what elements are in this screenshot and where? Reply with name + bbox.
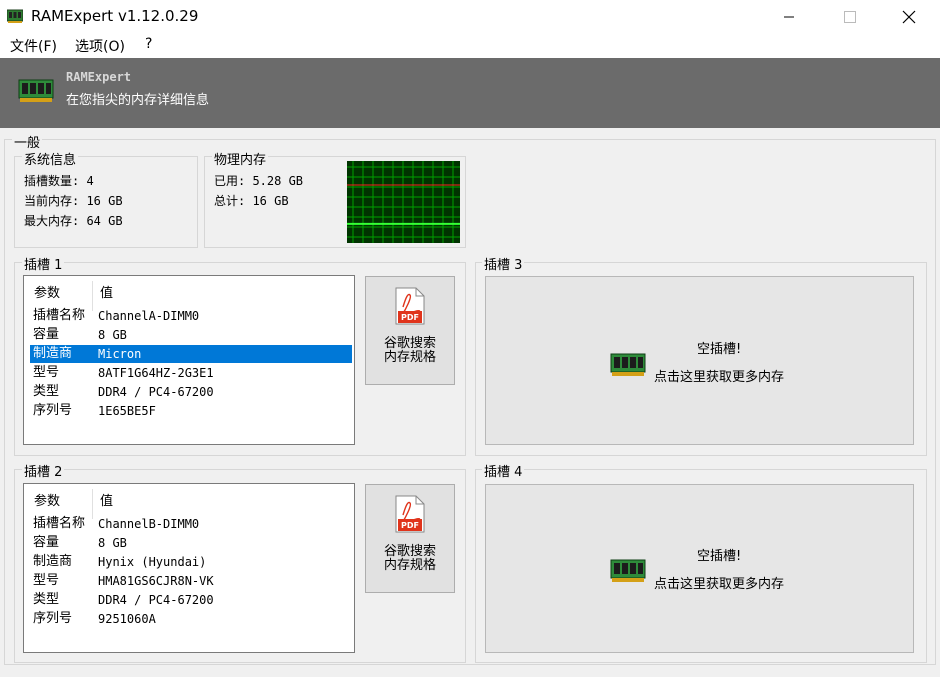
- table-row[interactable]: 类型 DDR4 / PC4-67200: [30, 383, 350, 401]
- ram-module-icon: [7, 9, 23, 23]
- close-icon: [902, 10, 916, 24]
- row-key: 插槽名称: [33, 308, 86, 323]
- table-row[interactable]: 型号 8ATF1G64HZ-2G3E1: [30, 364, 350, 382]
- maximize-icon: [844, 11, 856, 23]
- memory-used-text: 已用: 5.28 GB: [214, 174, 304, 188]
- table-row[interactable]: 序列号 9251060A: [30, 610, 350, 628]
- table-row[interactable]: 制造商 Hynix (Hyundai): [30, 553, 350, 571]
- table-row-selected[interactable]: 制造商 Micron: [30, 345, 352, 363]
- google-search-specs-button[interactable]: PDF 谷歌搜索 内存规格: [365, 484, 455, 593]
- max-memory-text: 最大内存: 64 GB: [24, 214, 123, 228]
- window-title: RAMExpert v1.12.0.29: [31, 7, 199, 25]
- slot-2-legend: 插槽 2: [22, 461, 65, 480]
- slot-3-legend: 插槽 3: [482, 254, 525, 273]
- row-key: 类型: [33, 384, 60, 399]
- header-param: 参数: [34, 494, 61, 509]
- google-search-specs-button[interactable]: PDF 谷歌搜索 内存规格: [365, 276, 455, 385]
- system-info-legend: 系统信息: [22, 149, 79, 168]
- menu-bar: [0, 34, 940, 58]
- table-row[interactable]: 插槽名称 ChannelA-DIMM0: [30, 307, 350, 325]
- row-value: 8ATF1G64HZ-2G3E1: [98, 366, 214, 380]
- row-value: 1E65BE5F: [98, 404, 156, 418]
- row-key: 容量: [33, 535, 60, 550]
- empty-slot-title: 空插槽!: [697, 549, 742, 564]
- ram-module-icon: [610, 559, 646, 582]
- row-key: 类型: [33, 592, 60, 607]
- banner-subtitle: 在您指尖的内存详细信息: [66, 93, 210, 108]
- table-header: 参数 值: [24, 281, 354, 311]
- memory-usage-graph: [347, 161, 460, 243]
- row-key: 容量: [33, 327, 60, 342]
- slot-count-text: 插槽数量: 4: [24, 174, 94, 188]
- row-value: 9251060A: [98, 612, 156, 626]
- table-row[interactable]: 序列号 1E65BE5F: [30, 402, 350, 420]
- slot-4-legend: 插槽 4: [482, 461, 525, 480]
- slot-1-legend: 插槽 1: [22, 254, 65, 273]
- get-more-memory-link[interactable]: 点击这里获取更多内存: [654, 366, 784, 385]
- row-value: Hynix (Hyundai): [98, 555, 207, 569]
- row-key: 型号: [33, 573, 60, 588]
- header-param: 参数: [34, 286, 61, 301]
- slot-3-empty-panel[interactable]: 空插槽! 点击这里获取更多内存: [485, 276, 914, 445]
- row-key: 型号: [33, 365, 60, 380]
- button-label-line1: 谷歌搜索: [383, 336, 436, 351]
- row-value: 8 GB: [98, 536, 127, 550]
- memory-total-text: 总计: 16 GB: [214, 194, 289, 208]
- menu-options[interactable]: 选项(O): [75, 36, 125, 56]
- button-label-line1: 谷歌搜索: [383, 544, 436, 559]
- row-key: 序列号: [33, 403, 73, 418]
- physical-memory-legend: 物理内存: [212, 149, 269, 168]
- table-row[interactable]: 插槽名称 ChannelB-DIMM0: [30, 515, 350, 533]
- table-row[interactable]: 容量 8 GB: [30, 326, 350, 344]
- table-row[interactable]: 型号 HMA81GS6CJR8N-VK: [30, 572, 350, 590]
- ram-module-icon: [610, 353, 646, 376]
- row-key: 序列号: [33, 611, 73, 626]
- slot-2-table[interactable]: 参数 值 插槽名称 ChannelB-DIMM0 容量 8 GB 制造商 Hynix …: [23, 483, 355, 653]
- row-key: 制造商: [33, 346, 73, 361]
- table-header: 参数 值: [24, 489, 354, 519]
- button-label-line2: 内存规格: [383, 350, 436, 365]
- maximize-button[interactable]: [827, 0, 873, 34]
- current-memory-text: 当前内存: 16 GB: [24, 194, 123, 208]
- svg-text:PDF: PDF: [401, 521, 419, 530]
- row-value: Micron: [98, 347, 142, 361]
- button-label-line2: 内存规格: [383, 558, 436, 573]
- empty-slot-title: 空插槽!: [697, 342, 742, 357]
- row-value: ChannelA-DIMM0: [98, 309, 200, 323]
- header-value: 值: [100, 286, 114, 301]
- get-more-memory-link[interactable]: 点击这里获取更多内存: [654, 573, 784, 592]
- table-row[interactable]: 容量 8 GB: [30, 534, 350, 552]
- svg-text:PDF: PDF: [401, 313, 419, 322]
- minimize-icon: [784, 16, 794, 18]
- header-value: 值: [100, 494, 114, 509]
- menu-help[interactable]: ?: [145, 36, 152, 52]
- row-value: DDR4 / PC4-67200: [98, 593, 214, 607]
- row-key: 制造商: [33, 554, 73, 569]
- row-value: HMA81GS6CJR8N-VK: [98, 574, 214, 588]
- slot-1-table[interactable]: 参数 值 插槽名称 ChannelA-DIMM0 容量 8 GB 制造商 Micron…: [23, 275, 355, 445]
- close-button[interactable]: [886, 0, 932, 34]
- row-value: ChannelB-DIMM0: [98, 517, 200, 531]
- minimize-button[interactable]: [766, 0, 812, 34]
- table-row[interactable]: 类型 DDR4 / PC4-67200: [30, 591, 350, 609]
- pdf-icon: PDF: [395, 495, 425, 533]
- row-value: DDR4 / PC4-67200: [98, 385, 214, 399]
- banner-title: RAMExpert: [66, 70, 132, 84]
- row-key: 插槽名称: [33, 516, 86, 531]
- ram-module-icon: [18, 79, 54, 102]
- slot-4-empty-panel[interactable]: 空插槽! 点击这里获取更多内存: [485, 484, 914, 653]
- menu-file[interactable]: 文件(F): [10, 36, 57, 56]
- pdf-icon: PDF: [395, 287, 425, 325]
- row-value: 8 GB: [98, 328, 127, 342]
